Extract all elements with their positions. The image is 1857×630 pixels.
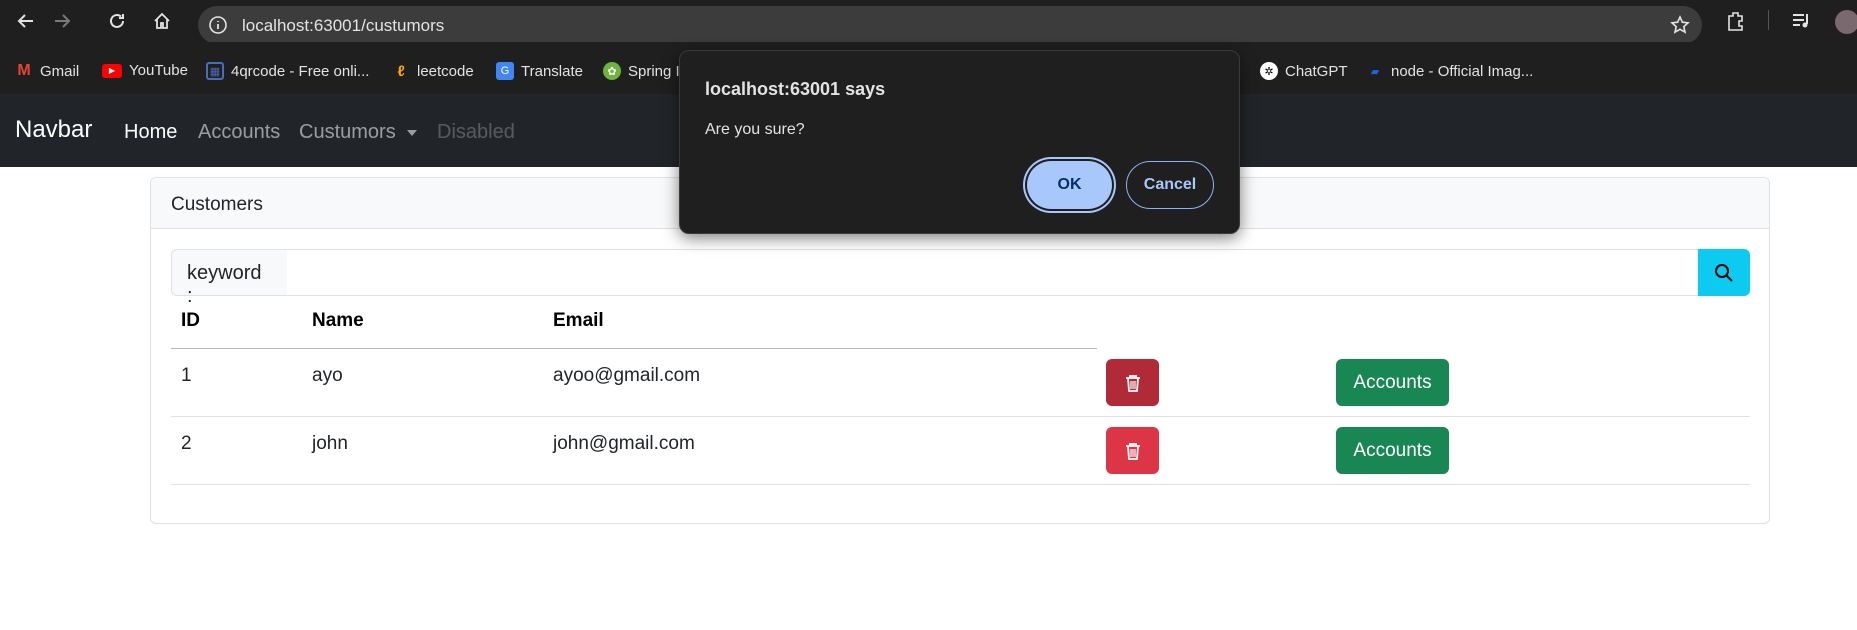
cell-email: john@gmail.com [553,433,695,454]
confirm-dialog: localhost:63001 says Are you sure? OK Ca… [679,50,1240,234]
keyword-input[interactable] [287,249,1699,296]
bookmark-youtube[interactable]: ▶ YouTube [102,62,188,79]
search-icon [1715,263,1733,282]
navbar-brand[interactable]: Navbar [15,116,92,144]
reload-icon[interactable] [105,9,129,33]
media-controls-icon[interactable] [1790,10,1812,37]
bookmark-label: Gmail [40,62,80,80]
leetcode-icon: ℓ [397,62,405,80]
bookmark-chatgpt[interactable]: ✲ ChatGPT [1260,62,1348,80]
qrcode-icon: ▦ [206,62,224,80]
spring-icon: ✿ [603,62,621,80]
keyword-label: keyword : [171,249,288,307]
caret-down-icon [407,129,418,136]
bookmark-label: YouTube [129,62,188,79]
bookmark-label: Translate [521,62,583,80]
bookmark-4qrcode[interactable]: ▦ 4qrcode - Free onli... [206,62,369,80]
cell-id: 1 [181,365,192,386]
table-row: 2 john john@gmail.com Accounts [171,417,1750,485]
extensions-icon[interactable] [1725,10,1747,37]
address-bar[interactable]: localhost:63001/custumors [198,6,1702,44]
bookmark-label: ChatGPT [1285,62,1348,80]
url-text[interactable]: localhost:63001/custumors [242,16,444,36]
bookmark-translate[interactable]: G Translate [496,62,583,80]
delete-button[interactable] [1106,427,1159,474]
docker-icon: ▰ [1370,65,1380,78]
nav-dropdown-label: Custumors [299,121,396,143]
translate-icon: G [496,62,514,80]
dialog-title: localhost:63001 says [705,79,886,99]
table-row: 1 ayo ayoo@gmail.com Accounts [171,349,1750,417]
ok-button[interactable]: OK [1027,161,1112,209]
nav-link-disabled: Disabled [437,121,515,143]
forward-icon[interactable] [50,9,74,33]
cell-id: 2 [181,433,192,454]
back-icon[interactable] [14,9,38,33]
accounts-button[interactable]: Accounts [1336,359,1449,406]
cell-name: john [312,433,348,454]
bookmark-label: 4qrcode - Free onli... [231,62,370,80]
home-icon[interactable] [150,9,174,33]
profile-avatar[interactable] [1835,10,1857,34]
gmail-icon: M [17,62,31,79]
site-info-icon[interactable] [208,15,228,35]
column-header-email: Email [553,310,604,331]
youtube-icon: ▶ [102,63,122,78]
accounts-button[interactable]: Accounts [1336,427,1449,474]
cancel-button[interactable]: Cancel [1126,161,1214,209]
bookmark-label: node - Official Imag... [1391,62,1534,80]
trash-icon [1125,442,1140,460]
chatgpt-icon: ✲ [1260,62,1278,80]
column-header-name: Name [312,310,364,331]
nav-link-accounts[interactable]: Accounts [198,121,280,144]
trash-icon [1125,374,1140,392]
bookmark-spring[interactable]: ✿ Spring I [603,62,680,80]
bookmark-star-icon[interactable] [1670,15,1690,35]
bookmark-label: leetcode [417,62,474,80]
bookmark-gmail[interactable]: M Gmail [15,62,79,80]
browser-toolbar: localhost:63001/custumors [0,0,1857,44]
search-button[interactable] [1698,249,1750,296]
cell-name: ayo [312,365,343,386]
nav-link-home[interactable]: Home [124,121,177,144]
toolbar-divider [1768,10,1769,30]
bookmark-leetcode[interactable]: ℓ leetcode [392,62,474,80]
nav-dropdown-custumors[interactable]: Custumors [299,121,418,144]
column-header-id: ID [181,310,200,331]
delete-button[interactable] [1106,359,1159,406]
cell-email: ayoo@gmail.com [553,365,701,386]
bookmark-label: Spring I [628,62,680,80]
dialog-message: Are you sure? [705,121,805,138]
search-form: keyword : [171,249,1750,307]
bookmark-node[interactable]: ▰ node - Official Imag... [1366,62,1534,80]
